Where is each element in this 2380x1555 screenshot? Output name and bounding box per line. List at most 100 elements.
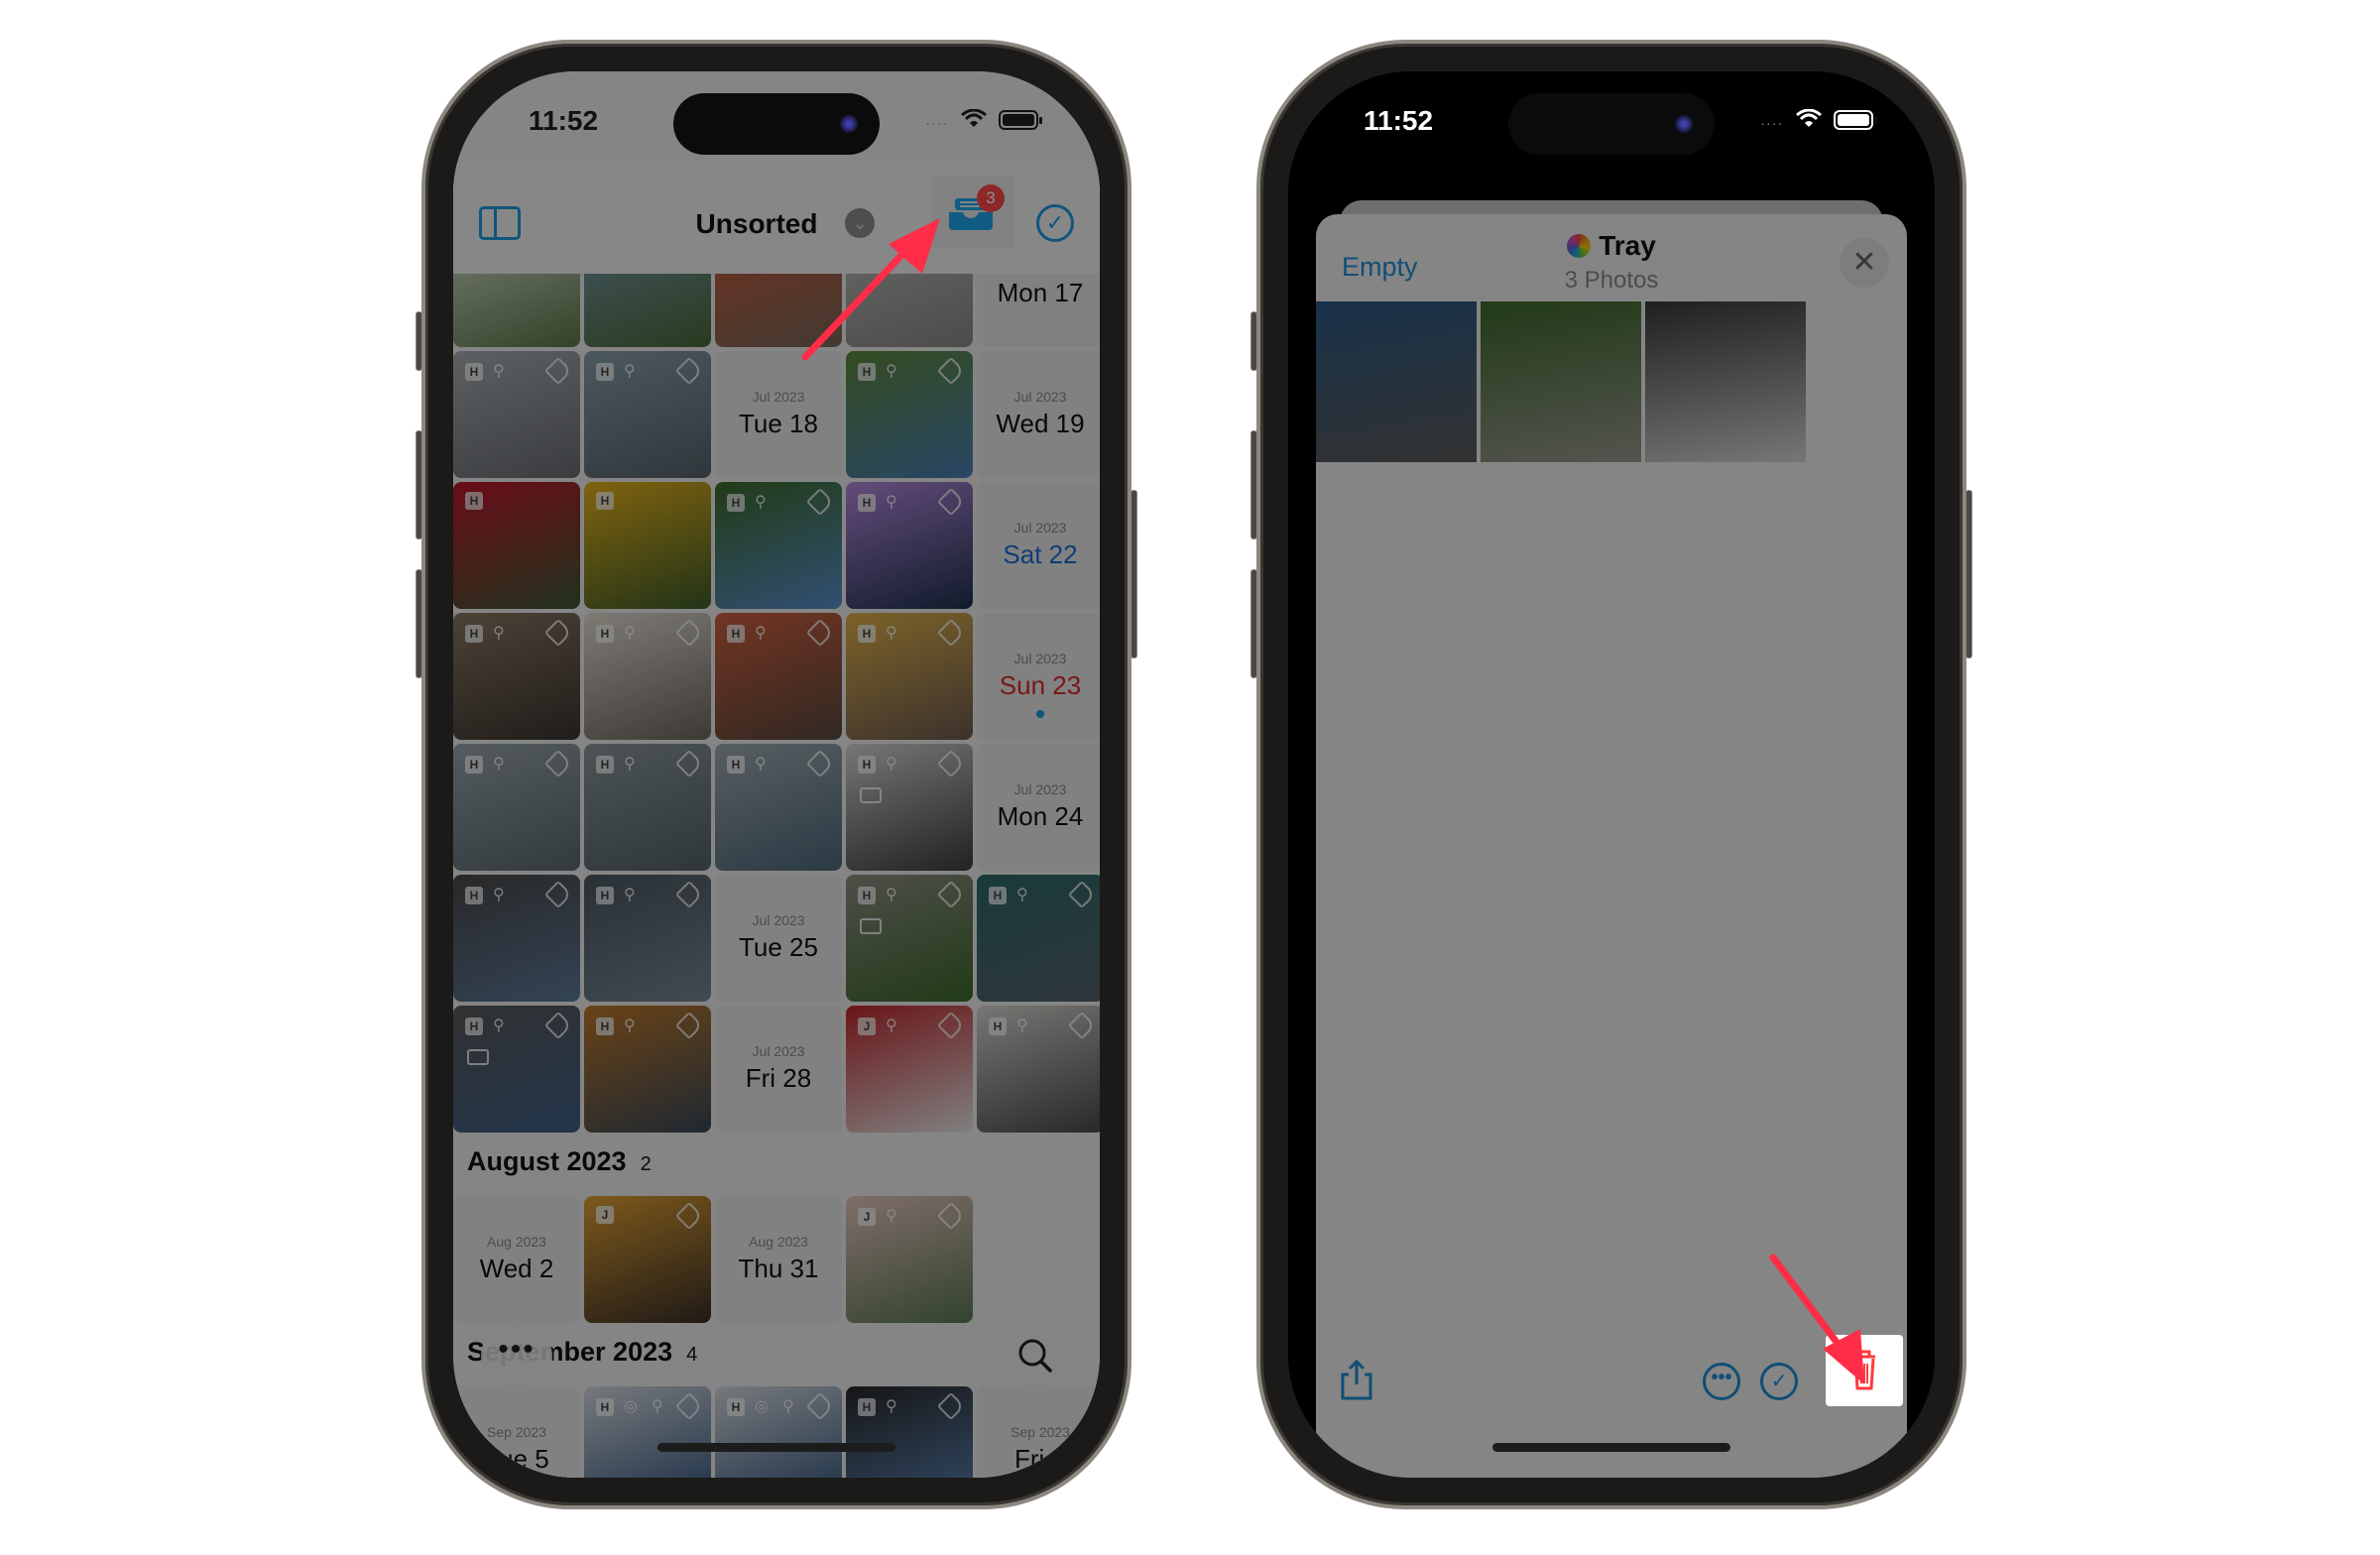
more-actions-button[interactable]: •••	[1703, 1363, 1740, 1400]
sheet-title: Tray	[1567, 230, 1656, 262]
location-pin-icon: ⚲	[1016, 887, 1028, 903]
tag-icon	[936, 1201, 966, 1231]
tray-button[interactable]: 3	[931, 177, 1014, 248]
tray-photo[interactable]	[1645, 301, 1806, 462]
photo-thumbnail[interactable]: H ⚲	[584, 875, 711, 1002]
location-pin-icon: ⚲	[886, 887, 897, 903]
tray-photo-list	[1316, 301, 1806, 462]
format-badge: H	[727, 625, 745, 643]
date-cell: Sep 2023 Fri 8	[977, 1386, 1100, 1478]
tag-icon	[936, 1011, 966, 1040]
photo-thumbnail[interactable]: H ⚲	[584, 613, 711, 740]
delete-button[interactable]	[1826, 1335, 1903, 1406]
photo-thumbnail[interactable]: H ⚲	[846, 351, 973, 478]
location-pin-icon: ⚲	[886, 1208, 897, 1225]
photo-thumbnail[interactable]: H ⚲	[715, 613, 842, 740]
location-pin-icon: ⚲	[624, 625, 636, 642]
search-button[interactable]	[1001, 1321, 1072, 1392]
photo-thumbnail[interactable]: J	[584, 1196, 711, 1323]
tray-sheet-backdrop: 11:52 .... Empty Tray 3 Photos ✕ ••• ✓	[1288, 71, 1935, 1478]
date-month: Sep 2023	[1011, 1424, 1070, 1440]
tag-icon	[674, 880, 704, 909]
date-month: Aug 2023	[487, 1234, 546, 1250]
tag-icon	[674, 749, 704, 778]
photo-thumbnail[interactable]: H ⚲	[846, 613, 973, 740]
photo-thumbnail[interactable]: H ⚲	[846, 744, 973, 871]
tag-icon	[674, 1391, 704, 1421]
select-all-button[interactable]: ✓	[1760, 1363, 1798, 1400]
photo-badges: H ⚲	[989, 885, 1034, 906]
photo-thumbnail[interactable]: H ⚲	[453, 875, 580, 1002]
share-icon[interactable]	[1340, 1359, 1373, 1400]
date-month: Jul 2023	[1013, 389, 1067, 405]
date-cell: Jul 2023 Mon 24	[977, 744, 1100, 871]
dynamic-island	[673, 93, 880, 155]
photo-thumbnail[interactable]: H ⚲	[715, 744, 842, 871]
battery-icon	[1834, 110, 1877, 130]
format-badge: H	[465, 492, 483, 510]
location-pin-icon: ⚲	[886, 363, 897, 380]
photo-thumbnail[interactable]: H ⚲	[584, 744, 711, 871]
photo-thumbnail[interactable]: H ⚲	[453, 613, 580, 740]
action-button	[416, 311, 422, 371]
location-pin-icon: ⚲	[782, 1398, 794, 1415]
location-pin-icon: ⚲	[624, 887, 636, 903]
photo-badges: H ⚲	[858, 492, 903, 514]
trash-icon	[1853, 1350, 1875, 1390]
photo-badges: H ⚲	[858, 623, 903, 645]
photo-thumbnail[interactable]: J ⚲	[846, 1006, 973, 1133]
photo-thumbnail[interactable]: J ⚲	[846, 1196, 973, 1323]
tag-icon	[543, 1011, 573, 1040]
date-day: Fri 8	[1014, 1444, 1066, 1474]
close-button[interactable]: ✕	[1840, 238, 1889, 288]
photo-thumbnail[interactable]: H	[453, 482, 580, 609]
photo-thumbnail[interactable]: H ⚲	[453, 744, 580, 871]
photo-badges: H ⚲	[465, 623, 511, 645]
photo-thumbnail[interactable]: H ⚲	[846, 1386, 973, 1478]
photo-thumbnail[interactable]: H ⚲	[977, 875, 1100, 1002]
photo-thumbnail[interactable]: H ⚲	[846, 482, 973, 609]
date-day: Mon 24	[997, 801, 1084, 831]
format-badge: H	[596, 492, 614, 510]
photo-thumbnail[interactable]: H ⚲	[453, 351, 580, 478]
tag-icon	[936, 749, 966, 778]
photo-thumbnail[interactable]: H ◎ ⚲	[715, 1386, 842, 1478]
select-button[interactable]: ✓	[1036, 204, 1074, 242]
photo-badges: H ⚲	[596, 1016, 642, 1037]
tray-photo[interactable]	[1316, 301, 1477, 462]
tag-icon	[543, 880, 573, 909]
chevron-down-icon[interactable]: ⌄	[845, 208, 875, 238]
date-day: Tue 25	[739, 932, 818, 962]
status-time: 11:52	[1364, 105, 1434, 136]
photo-thumbnail[interactable]: H ⚲	[846, 875, 973, 1002]
tag-icon	[805, 618, 835, 648]
tag-icon	[805, 487, 835, 517]
photo-thumbnail[interactable]: H ⚲	[715, 482, 842, 609]
in-tray-icon	[860, 787, 882, 803]
date-day: Tue 18	[739, 409, 818, 438]
photo-badges: H ⚲	[727, 623, 773, 645]
photo-thumbnail[interactable]: H ⚲	[584, 351, 711, 478]
tag-icon	[936, 1391, 966, 1421]
photo-thumbnail[interactable]: H ⚲	[453, 1006, 580, 1133]
tag-icon	[543, 618, 573, 648]
photo-badges: H ⚲	[989, 1016, 1034, 1037]
home-indicator[interactable]	[657, 1443, 895, 1452]
tray-photo[interactable]	[1481, 301, 1641, 462]
date-cell: Jul 2023 Tue 18	[715, 351, 842, 478]
home-indicator[interactable]	[1492, 1443, 1730, 1452]
photo-thumbnail[interactable]: H ⚲	[977, 1006, 1100, 1133]
photo-badges: H ⚲	[858, 1396, 903, 1418]
location-pin-icon: ⚲	[886, 1398, 897, 1415]
tag-icon	[805, 749, 835, 778]
navigation-bar: Unsorted ⌄ 3 ✓	[453, 163, 1100, 274]
more-options-button[interactable]: •••	[481, 1321, 552, 1392]
format-badge: H	[727, 756, 745, 774]
photo-thumbnail[interactable]: H ⚲	[584, 1006, 711, 1133]
tag-icon	[674, 356, 704, 386]
photo-badges: H ⚲	[465, 361, 511, 383]
photo-thumbnail[interactable]: H	[584, 482, 711, 609]
photo-badges: H ◎ ⚲	[727, 1396, 800, 1418]
photo-thumbnail[interactable]: H ◎ ⚲	[584, 1386, 711, 1478]
sheet-toolbar: ••• ✓	[1316, 1335, 1907, 1424]
